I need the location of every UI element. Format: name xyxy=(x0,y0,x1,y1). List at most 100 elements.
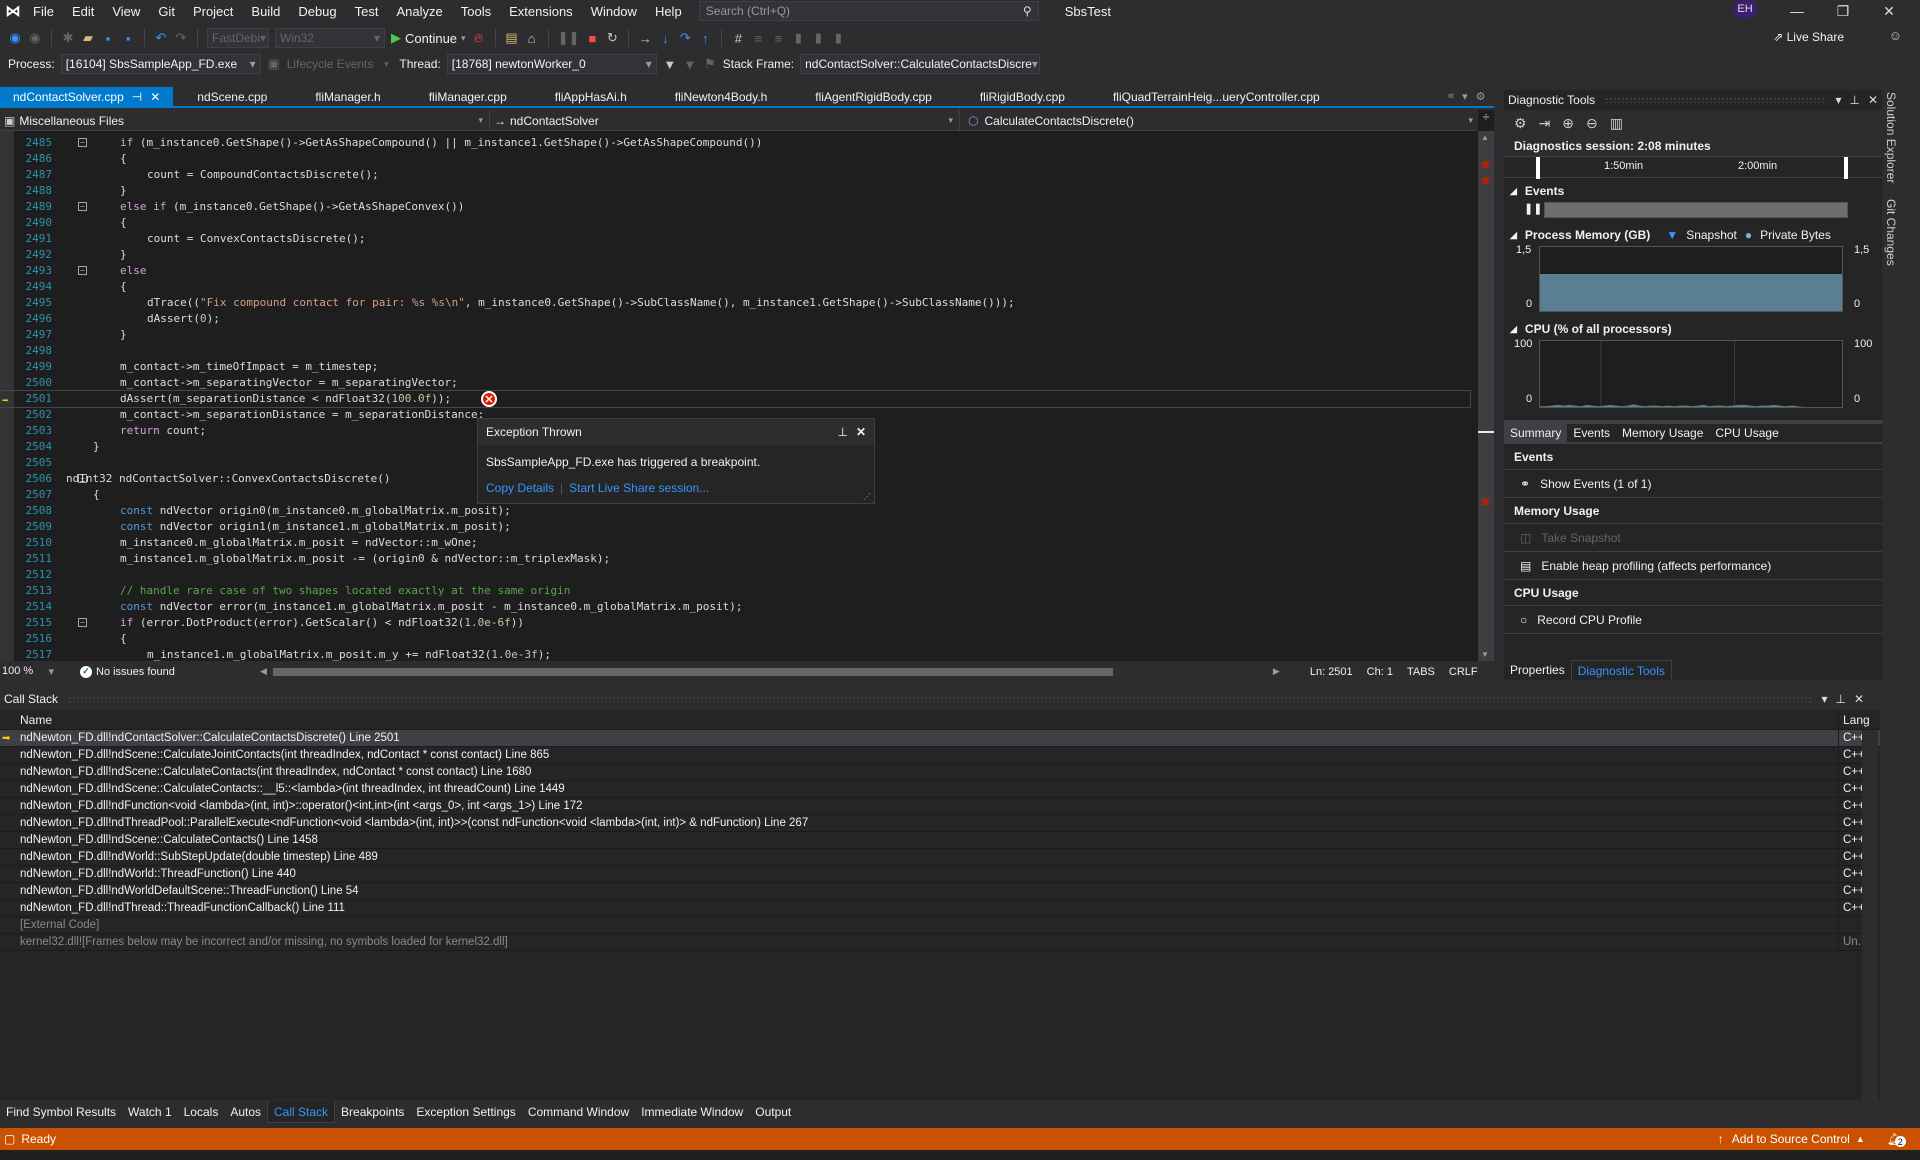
range-end-handle[interactable] xyxy=(1844,157,1848,179)
call-stack-row[interactable]: ndNewton_FD.dll!ndThread::ThreadFunction… xyxy=(0,899,1880,917)
code-line[interactable]: 2495 dTrace(("Fix compound contact for pa… xyxy=(0,295,1470,311)
fold-toggle-icon[interactable]: − xyxy=(78,202,87,211)
tab-flinewton4body-h[interactable]: fliNewton4Body.h xyxy=(651,87,792,106)
tab-git-changes[interactable]: Git Changes xyxy=(1884,195,1898,270)
stop-debugging-icon[interactable]: ■ xyxy=(585,31,599,46)
tab-output[interactable]: Output xyxy=(749,1101,797,1123)
save-icon[interactable]: ▪ xyxy=(101,31,115,46)
platform-dropdown[interactable]: Win32 ▾ xyxy=(275,28,385,48)
tab-events[interactable]: Events xyxy=(1567,423,1616,443)
configuration-dropdown[interactable]: FastDebi ▾ xyxy=(207,28,269,48)
hot-reload-icon[interactable]: 🔥︎ xyxy=(472,30,486,46)
save-all-icon[interactable]: ▪ xyxy=(121,31,135,46)
scope-dropdown[interactable]: → ndContactSolver ▾ xyxy=(490,110,960,131)
action-show-events[interactable]: ⚭ Show Events (1 of 1) xyxy=(1504,470,1882,498)
tab-watch-1[interactable]: Watch 1 xyxy=(122,1101,178,1123)
notifications-bell-icon[interactable]: 🔔︎2 xyxy=(1887,1132,1906,1147)
live-share-button[interactable]: ⇗ Live Share xyxy=(1773,30,1844,44)
scroll-up-icon[interactable]: ▲ xyxy=(1481,133,1489,142)
call-stack-row[interactable]: ndNewton_FD.dll!ndWorld::ThreadFunction(… xyxy=(0,865,1880,883)
lifecycle-events-dropdown[interactable]: Lifecycle Events xyxy=(287,57,374,71)
fold-toggle-icon[interactable]: − xyxy=(78,138,87,147)
call-stack-row[interactable]: kernel32.dll![Frames below may be incorr… xyxy=(0,933,1880,951)
code-line[interactable]: 2517 m_instance1.m_globalMatrix.m_posit.m… xyxy=(0,647,1470,661)
export-icon[interactable]: ⇥ xyxy=(1539,115,1551,132)
tab-call-stack[interactable]: Call Stack xyxy=(267,1101,336,1123)
tab-find-symbol-results[interactable]: Find Symbol Results xyxy=(0,1101,122,1123)
tab-flimanager-cpp[interactable]: fliManager.cpp xyxy=(405,87,531,106)
navigate-forward-icon[interactable]: ◉ xyxy=(28,30,42,46)
step-out-icon[interactable]: ↑ xyxy=(698,31,712,46)
column-name[interactable]: Name xyxy=(20,713,52,727)
next-bookmark-icon[interactable]: ▮ xyxy=(831,30,845,46)
scroll-down-icon[interactable]: ▼ xyxy=(1481,650,1489,659)
indent-status[interactable]: TABS xyxy=(1407,666,1435,678)
code-line[interactable]: 2485 − if (m_instance0.GetShape()->GetAsSh… xyxy=(0,135,1470,151)
process-dropdown[interactable]: [16104] SbsSampleApp_FD.exe ▾ xyxy=(60,54,261,74)
menu-help[interactable]: Help xyxy=(646,4,691,19)
pin-tab-icon[interactable]: ⊣ xyxy=(132,90,142,104)
tab-breakpoints[interactable]: Breakpoints xyxy=(335,1101,410,1123)
code-line[interactable]: 2488} xyxy=(0,183,1470,199)
open-file-icon[interactable]: ▰ xyxy=(81,30,95,46)
code-line[interactable]: 2516 { xyxy=(0,631,1470,647)
code-line[interactable]: 2511 m_instance1.m_globalMatrix.m_posit -… xyxy=(0,551,1470,567)
code-line[interactable]: 2493 − else xyxy=(0,263,1470,279)
menu-analyze[interactable]: Analyze xyxy=(387,4,451,19)
tab-ndcontactsolver-cpp[interactable]: ndContactSolver.cpp ⊣ ✕ xyxy=(0,87,174,106)
panel-pin-icon[interactable]: ⊥ xyxy=(1849,93,1859,107)
continue-button[interactable]: ▶ Continue ▾ xyxy=(391,30,466,46)
timeline-ruler[interactable]: 1:50min 2:00min xyxy=(1504,156,1882,179)
action-record-cpu[interactable]: ○ Record CPU Profile xyxy=(1504,606,1882,634)
call-stack-row[interactable]: ndNewton_FD.dll!ndWorld::SubStepUpdate(d… xyxy=(0,848,1880,866)
char-status[interactable]: Ch: 1 xyxy=(1367,666,1393,678)
tab-properties[interactable]: Properties xyxy=(1504,660,1571,680)
events-bar[interactable] xyxy=(1544,202,1848,218)
issues-indicator[interactable]: ✓ No issues found xyxy=(80,665,260,678)
menu-view[interactable]: View xyxy=(103,4,149,19)
tab-solution-explorer[interactable]: Solution Explorer xyxy=(1884,88,1898,187)
add-to-source-control-button[interactable]: Add to Source Control xyxy=(1732,1132,1850,1146)
call-stack-row[interactable]: ndNewton_FD.dll!ndFunction<void <lambda>… xyxy=(0,797,1880,815)
thread-dropdown[interactable]: [18768] newtonWorker_0 ▾ xyxy=(446,54,657,74)
scroll-left-icon[interactable]: ◀ xyxy=(260,666,267,677)
tab-ndscene-cpp[interactable]: ndScene.cpp xyxy=(173,87,291,106)
tab-command-window[interactable]: Command Window xyxy=(522,1101,635,1123)
prev-bookmark-icon[interactable]: ▮ xyxy=(811,30,825,46)
call-stack-row[interactable]: [External Code] xyxy=(0,916,1880,934)
restore-icon[interactable]: ❐ xyxy=(1820,0,1866,22)
panel-close-icon[interactable]: ✕ xyxy=(1854,692,1864,706)
tab-exception-settings[interactable]: Exception Settings xyxy=(410,1101,521,1123)
call-stack-row[interactable]: ndNewton_FD.dll!ndThreadPool::ParallelEx… xyxy=(0,814,1880,832)
code-line[interactable]: 2497} xyxy=(0,327,1470,343)
call-stack-row[interactable]: ➡ ndNewton_FD.dll!ndContactSolver::Calcul… xyxy=(0,729,1880,747)
reset-view-icon[interactable]: ▥ xyxy=(1610,115,1623,132)
tab-cpu-usage[interactable]: CPU Usage xyxy=(1709,423,1784,443)
call-stack-row[interactable]: ndNewton_FD.dll!ndScene::CalculateContac… xyxy=(0,763,1880,781)
code-line[interactable]: 2486 { xyxy=(0,151,1470,167)
split-editor-icon[interactable]: ÷ xyxy=(1478,110,1494,131)
code-line[interactable]: 2487 count = CompoundContactsDiscrete(); xyxy=(0,167,1470,183)
redo-icon[interactable]: ↷ xyxy=(174,30,188,46)
scrollbar-thumb[interactable] xyxy=(1478,431,1494,433)
exception-error-icon[interactable]: ✕ xyxy=(481,391,497,407)
call-stack-row[interactable]: ndNewton_FD.dll!ndScene::CalculateContac… xyxy=(0,831,1880,849)
tab-memory-usage[interactable]: Memory Usage xyxy=(1616,423,1709,443)
clear-filter-icon[interactable]: ▼ xyxy=(683,57,697,72)
menu-test[interactable]: Test xyxy=(346,4,388,19)
fold-toggle-icon[interactable]: − xyxy=(78,618,87,627)
code-editor[interactable]: 2485 − if (m_instance0.GetShape()->GetAsSh… xyxy=(0,131,1478,661)
menu-debug[interactable]: Debug xyxy=(289,4,345,19)
zoom-out-icon[interactable]: ⊖ xyxy=(1586,115,1598,132)
pin-icon[interactable]: ⊥ xyxy=(837,425,847,439)
scroll-tabs-icon[interactable]: « xyxy=(1448,90,1454,103)
stack-frame-dropdown[interactable]: ndContactSolver::CalculateContactsDiscre… xyxy=(800,54,1041,74)
menu-extensions[interactable]: Extensions xyxy=(500,4,582,19)
find-in-files-icon[interactable]: ▤ xyxy=(505,30,519,46)
user-avatar[interactable]: EH xyxy=(1733,0,1757,18)
minimize-icon[interactable]: — xyxy=(1774,0,1820,22)
line-ending-status[interactable]: CRLF xyxy=(1449,666,1478,678)
tab-flimanager-h[interactable]: fliManager.h xyxy=(291,87,404,106)
bookmark-icon[interactable]: ▮ xyxy=(791,30,805,46)
call-stack-row[interactable]: ndNewton_FD.dll!ndWorldDefaultScene::Thr… xyxy=(0,882,1880,900)
